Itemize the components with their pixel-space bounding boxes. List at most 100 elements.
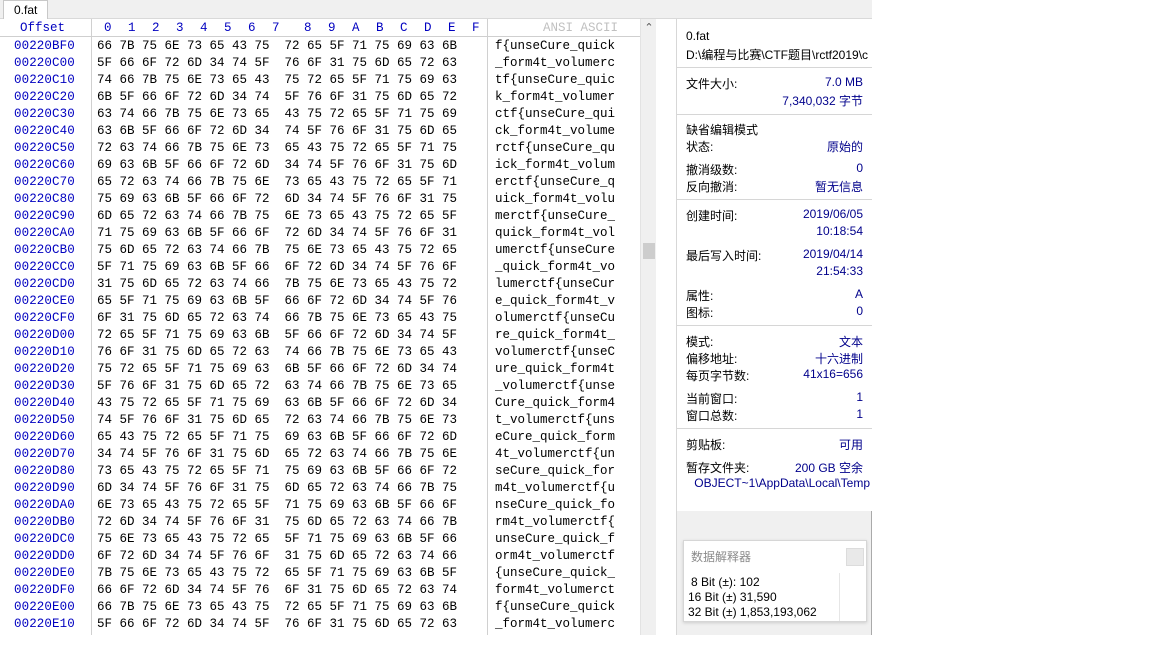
row-ascii[interactable]: lumerctf{unseCur xyxy=(495,277,615,291)
row-ascii[interactable]: f{unseCure_quick xyxy=(495,39,615,53)
row-hex-bytes[interactable]: 5F 66 6F 72 6D 34 74 5F 76 6F 31 75 6D 6… xyxy=(97,617,457,631)
row-ascii[interactable]: seCure_quick_for xyxy=(495,464,615,478)
row-ascii[interactable]: erctf{unseCure_q xyxy=(495,175,615,189)
vertical-scrollbar[interactable]: ⌃ xyxy=(640,19,656,635)
hex-row[interactable]: 00220CB0 75 6D 65 72 63 74 66 7B 75 6E 73… xyxy=(0,242,640,259)
row-hex-bytes[interactable]: 65 5F 71 75 69 63 6B 5F 66 6F 72 6D 34 7… xyxy=(97,294,457,308)
row-hex-bytes[interactable]: 75 69 63 6B 5F 66 6F 72 6D 34 74 5F 76 6… xyxy=(97,192,457,206)
hex-row[interactable]: 00220D80 73 65 43 75 72 65 5F 71 75 69 63… xyxy=(0,463,640,480)
hex-row[interactable]: 00220CD0 31 75 6D 65 72 63 74 66 7B 75 6E… xyxy=(0,276,640,293)
row-ascii[interactable]: k_form4t_volumer xyxy=(495,90,615,104)
row-hex-bytes[interactable]: 73 65 43 75 72 65 5F 71 75 69 63 6B 5F 6… xyxy=(97,464,457,478)
row-hex-bytes[interactable]: 63 74 66 7B 75 6E 73 65 43 75 72 65 5F 7… xyxy=(97,107,457,121)
row-ascii[interactable]: _form4t_volumerc xyxy=(495,56,615,70)
row-hex-bytes[interactable]: 7B 75 6E 73 65 43 75 72 65 5F 71 75 69 6… xyxy=(97,566,457,580)
hex-row[interactable]: 00220CC0 5F 71 75 69 63 6B 5F 66 6F 72 6D… xyxy=(0,259,640,276)
row-hex-bytes[interactable]: 5F 76 6F 31 75 6D 65 72 63 74 66 7B 75 6… xyxy=(97,379,457,393)
row-hex-bytes[interactable]: 72 65 5F 71 75 69 63 6B 5F 66 6F 72 6D 3… xyxy=(97,328,457,342)
row-hex-bytes[interactable]: 65 43 75 72 65 5F 71 75 69 63 6B 5F 66 6… xyxy=(97,430,457,444)
scrollbar-thumb[interactable] xyxy=(643,243,655,259)
hex-row[interactable]: 00220E00 66 7B 75 6E 73 65 43 75 72 65 5F… xyxy=(0,599,640,616)
hex-row[interactable]: 00220C00 5F 66 6F 72 6D 34 74 5F 76 6F 31… xyxy=(0,55,640,72)
row-hex-bytes[interactable]: 6D 34 74 5F 76 6F 31 75 6D 65 72 63 74 6… xyxy=(97,481,457,495)
row-hex-bytes[interactable]: 6B 5F 66 6F 72 6D 34 74 5F 76 6F 31 75 6… xyxy=(97,90,457,104)
hex-row[interactable]: 00220D50 74 5F 76 6F 31 75 6D 65 72 63 74… xyxy=(0,412,640,429)
row-hex-bytes[interactable]: 6F 72 6D 34 74 5F 76 6F 31 75 6D 65 72 6… xyxy=(97,549,457,563)
row-hex-bytes[interactable]: 43 75 72 65 5F 71 75 69 63 6B 5F 66 6F 7… xyxy=(97,396,457,410)
row-ascii[interactable]: form4t_volumerct xyxy=(495,583,615,597)
hex-row[interactable]: 00220DD0 6F 72 6D 34 74 5F 76 6F 31 75 6D… xyxy=(0,548,640,565)
row-ascii[interactable]: quick_form4t_vol xyxy=(495,226,615,240)
hex-row[interactable]: 00220DB0 72 6D 34 74 5F 76 6F 31 75 6D 65… xyxy=(0,514,640,531)
row-ascii[interactable]: re_quick_form4t_ xyxy=(495,328,615,342)
row-hex-bytes[interactable]: 63 6B 5F 66 6F 72 6D 34 74 5F 76 6F 31 7… xyxy=(97,124,457,138)
hex-row[interactable]: 00220C30 63 74 66 7B 75 6E 73 65 43 75 72… xyxy=(0,106,640,123)
row-hex-bytes[interactable]: 75 6D 65 72 63 74 66 7B 75 6E 73 65 43 7… xyxy=(97,243,457,257)
row-hex-bytes[interactable]: 66 6F 72 6D 34 74 5F 76 6F 31 75 6D 65 7… xyxy=(97,583,457,597)
hex-row[interactable]: 00220CA0 71 75 69 63 6B 5F 66 6F 72 6D 34… xyxy=(0,225,640,242)
row-hex-bytes[interactable]: 69 63 6B 5F 66 6F 72 6D 34 74 5F 76 6F 3… xyxy=(97,158,457,172)
hex-row[interactable]: 00220D10 76 6F 31 75 6D 65 72 63 74 66 7B… xyxy=(0,344,640,361)
hex-row[interactable]: 00220CE0 65 5F 71 75 69 63 6B 5F 66 6F 72… xyxy=(0,293,640,310)
hex-row[interactable]: 00220D30 5F 76 6F 31 75 6D 65 72 63 74 66… xyxy=(0,378,640,395)
row-ascii[interactable]: umerctf{unseCure xyxy=(495,243,615,257)
row-hex-bytes[interactable]: 66 7B 75 6E 73 65 43 75 72 65 5F 71 75 6… xyxy=(97,600,457,614)
row-ascii[interactable]: 4t_volumerctf{un xyxy=(495,447,615,461)
row-ascii[interactable]: m4t_volumerctf{u xyxy=(495,481,615,495)
hex-row[interactable]: 00220C20 6B 5F 66 6F 72 6D 34 74 5F 76 6F… xyxy=(0,89,640,106)
hex-row[interactable]: 00220D20 75 72 65 5F 71 75 69 63 6B 5F 66… xyxy=(0,361,640,378)
row-hex-bytes[interactable]: 5F 71 75 69 63 6B 5F 66 6F 72 6D 34 74 5… xyxy=(97,260,457,274)
row-ascii[interactable]: unseCure_quick_f xyxy=(495,532,615,546)
hex-row[interactable]: 00220C40 63 6B 5F 66 6F 72 6D 34 74 5F 76… xyxy=(0,123,640,140)
hex-row[interactable]: 00220D60 65 43 75 72 65 5F 71 75 69 63 6B… xyxy=(0,429,640,446)
row-hex-bytes[interactable]: 5F 66 6F 72 6D 34 74 5F 76 6F 31 75 6D 6… xyxy=(97,56,457,70)
row-hex-bytes[interactable]: 75 72 65 5F 71 75 69 63 6B 5F 66 6F 72 6… xyxy=(97,362,457,376)
hex-row[interactable]: 00220CF0 6F 31 75 6D 65 72 63 74 66 7B 75… xyxy=(0,310,640,327)
row-hex-bytes[interactable]: 34 74 5F 76 6F 31 75 6D 65 72 63 74 66 7… xyxy=(97,447,457,461)
row-ascii[interactable]: _quick_form4t_vo xyxy=(495,260,615,274)
hex-row[interactable]: 00220C90 6D 65 72 63 74 66 7B 75 6E 73 65… xyxy=(0,208,640,225)
scroll-up-arrow-icon[interactable]: ⌃ xyxy=(641,19,656,37)
hex-row[interactable]: 00220C80 75 69 63 6B 5F 66 6F 72 6D 34 74… xyxy=(0,191,640,208)
hex-row[interactable]: 00220DF0 66 6F 72 6D 34 74 5F 76 6F 31 75… xyxy=(0,582,640,599)
row-ascii[interactable]: nseCure_quick_fo xyxy=(495,498,615,512)
row-hex-bytes[interactable]: 65 72 63 74 66 7B 75 6E 73 65 43 75 72 6… xyxy=(97,175,457,189)
row-hex-bytes[interactable]: 71 75 69 63 6B 5F 66 6F 72 6D 34 74 5F 7… xyxy=(97,226,457,240)
row-hex-bytes[interactable]: 72 6D 34 74 5F 76 6F 31 75 6D 65 72 63 7… xyxy=(97,515,457,529)
hex-row[interactable]: 00220D90 6D 34 74 5F 76 6F 31 75 6D 65 72… xyxy=(0,480,640,497)
row-hex-bytes[interactable]: 31 75 6D 65 72 63 74 66 7B 75 6E 73 65 4… xyxy=(97,277,457,291)
row-ascii[interactable]: ck_form4t_volume xyxy=(495,124,615,138)
hex-row[interactable]: 00220E10 5F 66 6F 72 6D 34 74 5F 76 6F 31… xyxy=(0,616,640,633)
interpreter-options-button[interactable] xyxy=(846,548,864,566)
row-ascii[interactable]: Cure_quick_form4 xyxy=(495,396,615,410)
row-ascii[interactable]: ctf{unseCure_qui xyxy=(495,107,615,121)
hex-row[interactable]: 00220DE0 7B 75 6E 73 65 43 75 72 65 5F 71… xyxy=(0,565,640,582)
row-ascii[interactable]: _form4t_volumerc xyxy=(495,617,615,631)
hex-row[interactable]: 00220BF0 66 7B 75 6E 73 65 43 75 72 65 5F… xyxy=(0,38,640,55)
tab-file[interactable]: 0.fat xyxy=(3,0,49,19)
row-ascii[interactable]: eCure_quick_form xyxy=(495,430,615,444)
hex-row[interactable]: 00220DA0 6E 73 65 43 75 72 65 5F 71 75 69… xyxy=(0,497,640,514)
hex-row[interactable]: 00220DC0 75 6E 73 65 43 75 72 65 5F 71 75… xyxy=(0,531,640,548)
row-hex-bytes[interactable]: 76 6F 31 75 6D 65 72 63 74 66 7B 75 6E 7… xyxy=(97,345,457,359)
row-hex-bytes[interactable]: 74 5F 76 6F 31 75 6D 65 72 63 74 66 7B 7… xyxy=(97,413,457,427)
row-ascii[interactable]: ure_quick_form4t xyxy=(495,362,615,376)
row-hex-bytes[interactable]: 66 7B 75 6E 73 65 43 75 72 65 5F 71 75 6… xyxy=(97,39,457,53)
hex-row[interactable]: 00220C60 69 63 6B 5F 66 6F 72 6D 34 74 5F… xyxy=(0,157,640,174)
row-hex-bytes[interactable]: 6E 73 65 43 75 72 65 5F 71 75 69 63 6B 5… xyxy=(97,498,457,512)
row-ascii[interactable]: uick_form4t_volu xyxy=(495,192,615,206)
row-ascii[interactable]: rctf{unseCure_qu xyxy=(495,141,615,155)
row-ascii[interactable]: rm4t_volumerctf{ xyxy=(495,515,615,529)
row-hex-bytes[interactable]: 72 63 74 66 7B 75 6E 73 65 43 75 72 65 5… xyxy=(97,141,457,155)
hex-row[interactable]: 00220D00 72 65 5F 71 75 69 63 6B 5F 66 6F… xyxy=(0,327,640,344)
hex-row[interactable]: 00220C70 65 72 63 74 66 7B 75 6E 73 65 43… xyxy=(0,174,640,191)
row-ascii[interactable]: olumerctf{unseCu xyxy=(495,311,615,325)
hex-row[interactable]: 00220D70 34 74 5F 76 6F 31 75 6D 65 72 63… xyxy=(0,446,640,463)
row-hex-bytes[interactable]: 6D 65 72 63 74 66 7B 75 6E 73 65 43 75 7… xyxy=(97,209,457,223)
row-hex-bytes[interactable]: 75 6E 73 65 43 75 72 65 5F 71 75 69 63 6… xyxy=(97,532,457,546)
row-ascii[interactable]: {unseCure_quick_ xyxy=(495,566,615,580)
hex-editor[interactable]: Offset 0 1 2 3 4 5 6 7 8 9 A B C D E F A… xyxy=(0,19,656,635)
row-ascii[interactable]: tf{unseCure_quic xyxy=(495,73,615,87)
row-ascii[interactable]: ick_form4t_volum xyxy=(495,158,615,172)
hex-row[interactable]: 00220D40 43 75 72 65 5F 71 75 69 63 6B 5F… xyxy=(0,395,640,412)
